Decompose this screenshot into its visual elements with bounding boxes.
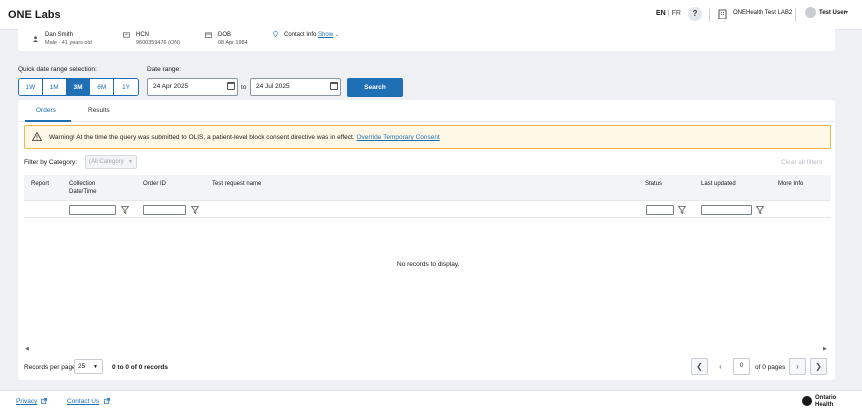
chevron-down-icon[interactable]: ▾ [845,9,848,16]
last-updated-filter-input[interactable] [701,205,752,215]
patient-name: Dan Smith [45,32,74,38]
status-filter-input[interactable] [646,205,674,215]
records-per-page-label: Records per page: [24,364,78,371]
top-bar: ONE Labs EN | FR ? ONEHealth Test LAB2 Tes… [0,0,862,30]
building-icon [718,9,727,19]
filter-category-label: Filter by Category: [24,159,78,166]
column-header-collection-date[interactable]: Collection Date/Time [69,180,111,196]
consent-warning-banner: Warning! At the time the query was submi… [24,125,831,149]
warning-icon [32,132,42,141]
dob-label: DOB [218,32,232,38]
override-consent-link[interactable]: Override Temporary Consent [356,134,439,141]
order-id-filter-input[interactable] [143,205,186,215]
last-page-button[interactable]: ❯ [810,358,827,375]
column-header-test-request-name[interactable]: Test request name [212,180,261,188]
range-1w-button[interactable]: 1W [19,79,43,95]
tabs-divider [18,121,835,122]
range-1y-button[interactable]: 1Y [114,79,138,95]
filter-funnel-icon[interactable] [121,206,129,214]
tab-results[interactable]: Results [88,107,110,114]
user-menu-name[interactable]: Test User [819,10,846,16]
page-number-input[interactable]: 0 [733,358,750,375]
search-button[interactable]: Search [347,78,403,97]
range-1m-button[interactable]: 1M [42,79,67,95]
divider [795,8,796,22]
organization-name[interactable]: ONEHealth Test LAB2 [733,10,792,16]
to-date-input[interactable]: 24 Jul 2025 [250,78,341,96]
first-page-button[interactable]: ❮ [691,358,708,375]
footer: Privacy Contact Us Ontario Health [0,390,862,409]
divider [709,8,710,22]
hcn-value: 9600359476 (ON) [136,40,181,46]
column-header-order-id[interactable]: Order ID [143,180,166,188]
warning-text: Warning! At the time the query was submi… [49,134,355,141]
id-card-icon [123,32,130,38]
privacy-link[interactable]: Privacy [16,398,37,405]
to-label: to [241,84,247,91]
lang-separator: | [667,10,670,17]
help-button[interactable]: ? [688,7,702,21]
range-6m-button[interactable]: 6M [90,79,115,95]
dob-value: 08 Apr 1984 [218,40,248,46]
column-header-status[interactable]: Status [645,180,662,188]
location-pin-icon [273,31,278,37]
page-of-label: of 0 pages [755,364,786,371]
chevron-down-icon: ▼ [128,159,133,165]
chevron-down-icon[interactable]: ⌄ [335,32,339,38]
scroll-left-arrow-icon[interactable]: ◀ [25,346,29,352]
logo-line-2: Health [815,401,834,408]
contact-show-link[interactable]: Show [318,32,333,38]
empty-table-message: No records to display. [397,261,460,268]
filter-funnel-icon[interactable] [756,206,764,214]
caret-down-icon: ▼ [93,364,98,370]
calendar-icon [205,32,212,38]
range-3m-button[interactable]: 3M [66,79,91,95]
column-header-report[interactable]: Report [31,180,49,188]
records-per-page-select[interactable]: 25 ▼ [74,359,103,374]
person-icon [32,36,39,42]
calendar-icon[interactable] [330,82,338,90]
column-header-last-updated[interactable]: Last updated [701,180,736,188]
table-header: Report Collection Date/Time Order ID Tes… [24,175,831,200]
external-link-icon [41,398,47,404]
hcn-label: HCN [136,32,149,38]
patient-banner: Dan Smith Male · 41 years old HCN 960035… [18,29,835,51]
quick-date-label: Quick date range selection: [18,66,97,73]
category-select-value: (All Category [89,159,124,165]
column-header-more-info[interactable]: More Info [778,180,803,188]
contact-us-link[interactable]: Contact Us [67,398,99,405]
date-range-label: Date range: [147,66,181,73]
filter-funnel-icon[interactable] [191,206,199,214]
tab-orders[interactable]: Orders [36,107,56,114]
active-tab-indicator [25,120,71,122]
patient-demographics: Male · 41 years old [45,40,92,46]
ontario-health-logo-text: Ontario Health [815,395,836,408]
records-per-page-value: 25 [78,363,86,370]
next-page-button[interactable]: › [789,358,806,375]
user-avatar-icon[interactable] [805,7,816,18]
external-link-icon [104,398,110,404]
calendar-icon[interactable] [227,82,235,90]
lang-en-link[interactable]: EN [656,10,666,17]
category-select[interactable]: (All Category ▼ [85,155,137,169]
scroll-right-arrow-icon[interactable]: ▶ [823,346,827,352]
language-switcher: EN | FR [656,10,681,17]
quick-range-group: 1W 1M 3M 6M 1Y [18,78,139,96]
column-filter-row [24,200,831,218]
record-count: 0 to 0 of 0 records [112,364,168,371]
from-date-input[interactable]: 24 Apr 2025 [147,78,238,96]
previous-page-button[interactable]: ‹ [712,358,729,375]
logo-line-1: Ontario [815,395,837,401]
filter-funnel-icon[interactable] [678,206,686,214]
app-brand[interactable]: ONE Labs [8,9,61,21]
clear-all-filters-link[interactable]: Clear all filters [781,159,822,166]
lang-fr-link[interactable]: FR [672,10,681,17]
contact-info-label: Contact Info [284,32,317,38]
ontario-health-logo-icon [802,396,812,406]
collection-date-filter-input[interactable] [69,205,116,215]
